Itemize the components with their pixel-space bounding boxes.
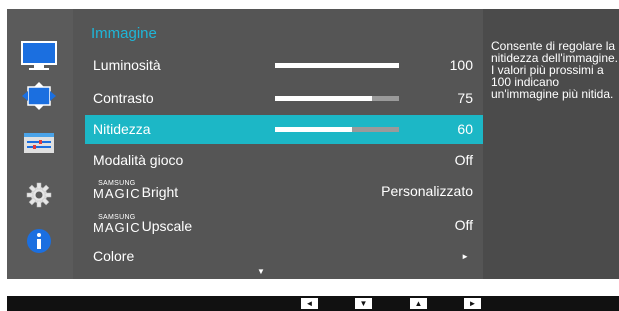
monitor-icon[interactable] — [19, 39, 59, 73]
scroll-down-icon[interactable]: ▼ — [257, 267, 265, 276]
menu-item-modalita-gioco[interactable]: Modalità gioco Off — [85, 146, 483, 175]
color-settings-icon[interactable] — [19, 126, 59, 160]
sidebar — [7, 9, 73, 279]
menu-item-label: Luminosità — [93, 57, 161, 73]
menu-item-label: SAMSUNG MAGIC Upscale — [93, 214, 193, 235]
slider-fill — [275, 96, 372, 101]
down-arrow-button[interactable]: ▼ — [355, 298, 372, 309]
menu-item-label: Colore — [93, 248, 135, 264]
magic-logo: SAMSUNG MAGIC — [93, 214, 141, 235]
right-arrow-button[interactable]: ► — [464, 298, 481, 309]
screen-size-icon[interactable] — [19, 79, 59, 113]
menu-item-colore[interactable]: Colore ► — [85, 242, 483, 271]
menu-item-magic-upscale[interactable]: SAMSUNG MAGIC Upscale Off — [85, 211, 483, 240]
info-icon[interactable] — [19, 224, 59, 258]
menu-item-value: 75 — [457, 90, 473, 106]
menu-item-magic-bright[interactable]: SAMSUNG MAGIC Bright Personalizzato — [85, 177, 483, 206]
menu-item-value: Off — [454, 152, 473, 168]
menu-item-nitidezza[interactable]: Nitidezza 60 — [85, 115, 483, 144]
navigation-bar: ◄ ▼ ▲ ► — [7, 296, 619, 311]
menu-title: Immagine — [91, 25, 157, 42]
slider-track[interactable] — [275, 63, 399, 68]
menu-item-contrasto[interactable]: Contrasto 75 — [85, 84, 483, 113]
menu-item-value: 60 — [457, 121, 473, 137]
menu-item-label: Contrasto — [93, 90, 154, 106]
submenu-arrow-icon: ► — [461, 252, 469, 261]
menu-item-label: Modalità gioco — [93, 152, 184, 168]
magic-logo: SAMSUNG MAGIC — [93, 180, 141, 201]
picture-menu: Immagine Luminosità 100 Contrasto 75 Nit… — [73, 9, 483, 279]
slider-fill — [275, 127, 352, 132]
slider-fill — [275, 63, 399, 68]
menu-item-luminosita[interactable]: Luminosità 100 — [85, 51, 483, 80]
menu-item-value: Personalizzato — [381, 183, 473, 199]
help-panel: Consente di regolare la nitidezza dell'i… — [483, 9, 619, 279]
slider-track[interactable] — [275, 96, 399, 101]
up-arrow-button[interactable]: ▲ — [410, 298, 427, 309]
menu-item-label: Nitidezza — [93, 121, 151, 137]
gear-icon[interactable] — [19, 178, 59, 212]
osd-window: Immagine Luminosità 100 Contrasto 75 Nit… — [7, 9, 619, 279]
help-text: Consente di regolare la nitidezza dell'i… — [491, 39, 619, 101]
menu-item-value: 100 — [449, 57, 473, 73]
menu-item-label: SAMSUNG MAGIC Bright — [93, 180, 179, 201]
slider-track[interactable] — [275, 127, 399, 132]
left-arrow-button[interactable]: ◄ — [301, 298, 318, 309]
menu-item-value: Off — [454, 217, 473, 233]
